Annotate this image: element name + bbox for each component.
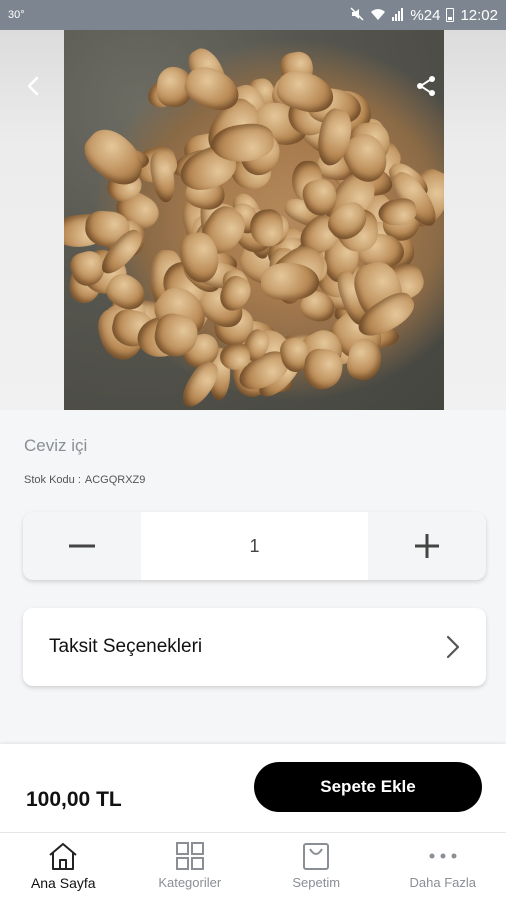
- installment-options-row[interactable]: Taksit Seçenekleri: [23, 608, 486, 686]
- signal-icon: [392, 7, 404, 23]
- walnut-texture: [301, 347, 344, 391]
- tab-categories-label: Kategoriler: [158, 875, 222, 890]
- tab-more-label: Daha Fazla: [409, 875, 476, 890]
- mute-icon: [350, 7, 364, 23]
- increase-quantity-button[interactable]: [368, 512, 486, 580]
- buy-bar: 100,00 TL Sepete Ekle: [0, 744, 506, 832]
- share-icon: [417, 76, 435, 96]
- status-temperature: 30°: [8, 9, 25, 21]
- bottom-tab-bar: Ana Sayfa Kategoriler Sepetim Daha Fazla: [0, 832, 506, 900]
- tab-cart-label: Sepetim: [292, 875, 341, 890]
- quantity-value[interactable]: 1: [141, 512, 368, 580]
- tab-home[interactable]: Ana Sayfa: [0, 833, 127, 900]
- installment-options-label: Taksit Seçenekleri: [49, 636, 203, 657]
- wifi-icon: [370, 7, 386, 23]
- tab-home-label: Ana Sayfa: [30, 875, 96, 891]
- tab-more[interactable]: Daha Fazla: [380, 833, 506, 900]
- share-button[interactable]: [414, 74, 442, 102]
- chevron-left-icon: [27, 76, 39, 96]
- tab-cart[interactable]: Sepetim: [253, 833, 380, 900]
- walnut-texture: [261, 262, 319, 301]
- decrease-quantity-button[interactable]: [23, 512, 141, 580]
- back-button[interactable]: [22, 74, 50, 102]
- stock-code: Stok Kodu : ACGQRXZ9: [24, 474, 145, 486]
- product-detail-page: 30° %24 12:02 Ceviz içi Stok Kodu: ACGQ…: [0, 0, 506, 900]
- minus-icon: [69, 544, 95, 548]
- add-to-cart-button[interactable]: Sepete Ekle: [254, 762, 482, 812]
- chevron-right-icon: [446, 635, 460, 659]
- product-title: Ceviz içi: [24, 436, 88, 455]
- clock: 12:02: [460, 6, 498, 24]
- stock-code-label: Stok Kodu :: [24, 474, 81, 486]
- product-price: 100,00 TL: [26, 788, 122, 811]
- quantity-stepper: 1: [23, 512, 486, 580]
- grid-icon: [175, 842, 204, 870]
- battery-icon: [446, 8, 455, 22]
- tab-categories[interactable]: Kategoriler: [127, 833, 254, 900]
- product-image: [64, 30, 444, 410]
- product-image-area: [0, 30, 506, 410]
- status-bar: 30° %24 12:02: [0, 0, 506, 30]
- plus-icon: [415, 534, 439, 558]
- home-icon: [49, 843, 77, 870]
- shopping-bag-icon: [303, 843, 330, 870]
- more-icon: [429, 853, 457, 859]
- stock-code-value: ACGQRXZ9: [84, 474, 146, 486]
- battery-percentage: %24: [410, 6, 441, 24]
